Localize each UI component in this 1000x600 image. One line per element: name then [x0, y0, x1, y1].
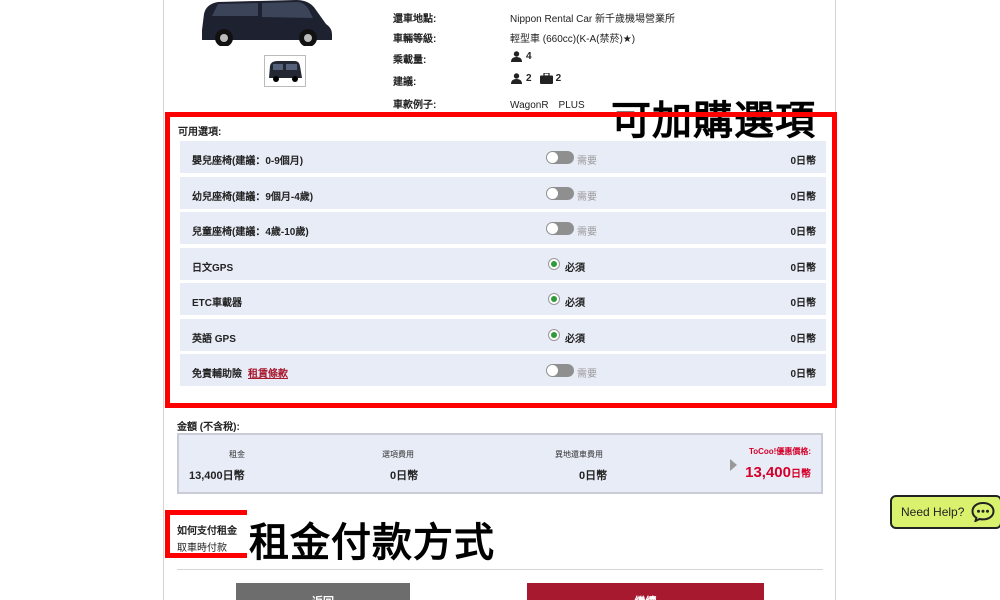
options-section: 可用選項: 嬰兒座椅(建議：0-9個月) 需要 0日幣 幼兒座椅(建議：9個月-…	[165, 112, 837, 408]
option-radio-label: 必須	[565, 334, 585, 345]
info-value: Nippon Rental Car 新千歲機場營業所	[510, 14, 676, 25]
option-price: 0日幣	[790, 156, 816, 167]
option-price: 0日幣	[790, 369, 816, 380]
toggle-knob	[547, 223, 558, 234]
amount-summary: 租金 13,400日幣 選項費用 0日幣 異地還車費用 0日幣 ToCoo!優惠…	[177, 433, 823, 494]
help-label: Need Help?	[901, 505, 965, 519]
annotation-payment-method: 租金付款方式	[247, 510, 497, 566]
option-toggle-label: 需要	[577, 227, 597, 238]
radio-dot	[551, 296, 557, 302]
payment-title: 如何支付租金	[177, 526, 237, 537]
option-name: 幼兒座椅(建議：9個月-4歲)	[192, 192, 314, 203]
option-row: ETC車載器 必須 0日幣	[180, 283, 826, 315]
option-name: 兒童座椅(建議：4歲-10歲)	[192, 227, 309, 238]
toggle-knob	[547, 152, 558, 163]
option-toggle-label: 需要	[577, 192, 597, 203]
option-radio-label: 必須	[565, 298, 585, 309]
option-price: 0日幣	[790, 227, 816, 238]
promo-price-label: ToCoo!優惠價格:	[748, 447, 811, 456]
option-price: 0日幣	[790, 192, 816, 203]
rental-terms-link[interactable]: 租賃條款	[248, 369, 288, 380]
one-way-fee-value: 0日幣	[579, 470, 608, 482]
option-row: 兒童座椅(建議：4歲-10歲) 需要 0日幣	[180, 212, 826, 244]
option-name: 英語 GPS	[192, 334, 236, 345]
options-title: 可用選項:	[178, 127, 222, 138]
toggle-knob	[547, 188, 558, 199]
promo-price-value: 13,400日幣	[745, 464, 811, 481]
option-name: 免責輔助險 租賃條款	[192, 365, 288, 380]
radio-dot	[551, 332, 557, 338]
one-way-fee-label: 異地還車費用	[555, 450, 603, 459]
info-label: 還車地點:	[393, 14, 437, 25]
info-value: 2 2	[510, 73, 566, 84]
toggle-knob	[547, 365, 558, 376]
info-label: 乘載量:	[393, 55, 427, 66]
option-row: 嬰兒座椅(建議：0-9個月) 需要 0日幣	[180, 141, 826, 173]
option-toggle[interactable]	[546, 364, 574, 377]
option-price: 0日幣	[790, 298, 816, 309]
car-image	[202, 0, 332, 46]
option-name: ETC車載器	[192, 298, 242, 309]
promo-price-unit: 日幣	[791, 469, 811, 480]
option-row: 日文GPS 必須 0日幣	[180, 248, 826, 280]
back-button[interactable]: 返回	[236, 583, 410, 600]
info-label: 建議:	[393, 77, 417, 88]
info-row-recommended: 建議: 2 2	[393, 73, 693, 89]
option-name-text: 免責輔助險	[192, 369, 242, 380]
page-left-border	[163, 0, 164, 600]
option-radio[interactable]	[548, 258, 560, 270]
option-toggle-label: 需要	[577, 156, 597, 167]
option-price: 0日幣	[790, 263, 816, 274]
option-row: 免責輔助險 租賃條款 需要 0日幣	[180, 354, 826, 386]
info-row-capacity: 乘載量: 4	[393, 51, 693, 67]
rental-fee-value: 13,400日幣	[189, 470, 245, 482]
info-value: 輕型車 (660cc)(K-A(禁菸)★)	[510, 34, 636, 45]
info-label: 車輛等級:	[393, 34, 437, 45]
option-price: 0日幣	[790, 334, 816, 345]
option-name: 日文GPS	[192, 263, 234, 274]
radio-dot	[551, 261, 557, 267]
amount-title: 金額 (不含稅):	[177, 422, 240, 433]
capacity-people: 4	[526, 51, 532, 62]
option-radio-label: 必須	[565, 263, 585, 274]
option-fee-value: 0日幣	[390, 470, 419, 482]
info-row-return-location: 還車地點: Nippon Rental Car 新千歲機場營業所	[393, 10, 693, 26]
option-toggle[interactable]	[546, 222, 574, 235]
option-radio[interactable]	[548, 329, 560, 341]
option-toggle[interactable]	[546, 187, 574, 200]
info-value: 4	[510, 51, 537, 62]
option-toggle[interactable]	[546, 151, 574, 164]
next-button[interactable]: 繼續	[527, 583, 764, 600]
option-radio[interactable]	[548, 293, 560, 305]
option-row: 幼兒座椅(建議：9個月-4歲) 需要 0日幣	[180, 177, 826, 209]
chat-icon	[971, 502, 995, 522]
info-row-car-class: 車輛等級: 輕型車 (660cc)(K-A(禁菸)★)	[393, 30, 693, 46]
recommended-bags: 2	[555, 73, 562, 84]
promo-price-number: 13,400	[745, 464, 791, 481]
luggage-icon	[539, 73, 553, 84]
arrow-right-icon	[730, 459, 737, 471]
option-toggle-label: 需要	[577, 369, 597, 380]
person-icon	[511, 51, 522, 62]
car-thumbnail-image	[269, 61, 302, 82]
info-label: 車款例子:	[393, 100, 437, 111]
option-row: 英語 GPS 必須 0日幣	[180, 319, 826, 351]
recommended-people: 2	[526, 73, 532, 84]
payment-method: 取車時付款	[177, 543, 227, 554]
divider	[177, 569, 823, 570]
info-value: WagonR PLUS	[510, 100, 585, 111]
car-thumbnail[interactable]	[264, 55, 306, 87]
option-fee-label: 選項費用	[382, 450, 414, 459]
help-button[interactable]: Need Help?	[890, 495, 1000, 529]
rental-fee-label: 租金	[229, 450, 245, 459]
person-icon	[511, 73, 522, 84]
option-name: 嬰兒座椅(建議：0-9個月)	[192, 156, 304, 167]
